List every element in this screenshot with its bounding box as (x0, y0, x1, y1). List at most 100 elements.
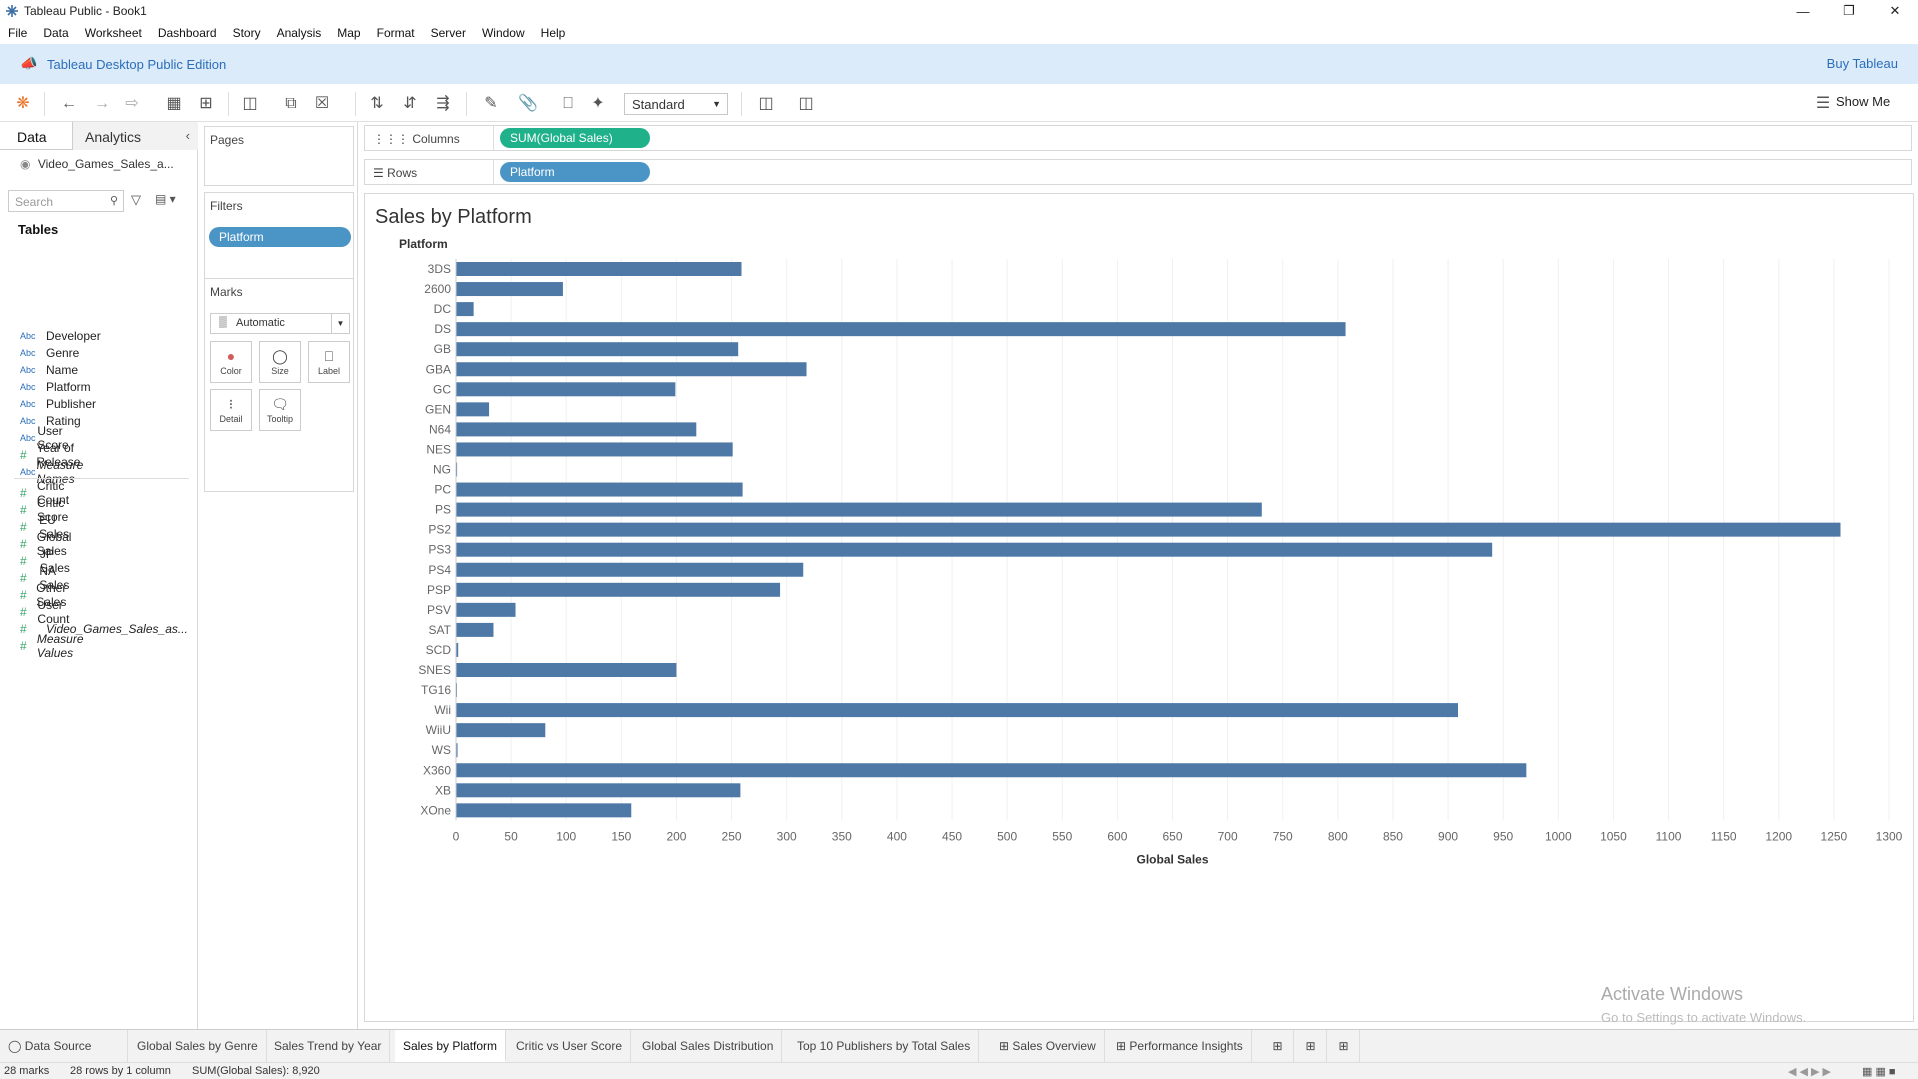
close-button[interactable]: ✕ (1872, 0, 1918, 22)
maximize-button[interactable]: ❐ (1826, 0, 1872, 22)
tab-data[interactable]: Data (17, 129, 47, 145)
menu-analysis[interactable]: Analysis (277, 26, 322, 40)
swap-icon[interactable]: ⇅ (367, 94, 387, 114)
bar-x360[interactable] (456, 763, 1527, 778)
bar-ps2[interactable] (456, 522, 1841, 537)
bar-xb[interactable] (456, 783, 741, 798)
save-icon[interactable]: ▦ (164, 94, 184, 114)
field-item[interactable]: # User Count (20, 598, 78, 626)
tab-sales-trend-by-year[interactable]: Sales Trend by Year (266, 1030, 391, 1062)
redo-icon[interactable]: → (92, 94, 112, 114)
tab-critic-vs-user-score[interactable]: Critic vs User Score (508, 1030, 632, 1062)
datasource-item[interactable]: ◉ Video_Games_Sales_a... (20, 157, 174, 171)
sort-ascending-icon[interactable]: ⇵ (400, 94, 420, 114)
columns-pill[interactable]: SUM(Global Sales) (500, 128, 650, 148)
bar-wiiu[interactable] (456, 723, 546, 738)
viz-canvas[interactable]: Sales by Platform 0 50 100 150 200 250 300 350 4… (364, 193, 1914, 1025)
bar-ps3[interactable] (456, 542, 1493, 557)
bar-gb[interactable] (456, 342, 739, 357)
bar-gba[interactable] (456, 362, 807, 377)
collapse-pane-icon[interactable]: ‹ (186, 128, 190, 143)
columns-shelf[interactable]: ⋮⋮⋮ Columns SUM(Global Sales) (364, 125, 1912, 151)
menu-data[interactable]: Data (43, 26, 68, 40)
tab-data-source[interactable]: ◯ Data Source (0, 1030, 128, 1062)
field-item[interactable]: Abc Developer (20, 327, 101, 345)
new-datasource-icon[interactable]: ⊞ (196, 94, 216, 114)
menu-dashboard[interactable]: Dashboard (158, 26, 217, 40)
menu-window[interactable]: Window (482, 26, 525, 40)
field-item[interactable]: # Measure Values (20, 632, 93, 660)
bar-xone[interactable] (456, 803, 632, 818)
show-me-button[interactable]: Show Me (1836, 94, 1890, 109)
bar-ps[interactable] (456, 502, 1262, 517)
bar-ps4[interactable] (456, 562, 804, 577)
menu-worksheet[interactable]: Worksheet (85, 26, 142, 40)
tab-sales-overview[interactable]: ⊞ Sales Overview (991, 1030, 1105, 1062)
field-item[interactable]: Abc Genre (20, 344, 79, 362)
new-story-tab-button[interactable]: ⊞ (1328, 1030, 1360, 1062)
menu-story[interactable]: Story (233, 26, 261, 40)
group-icon[interactable]: 📎 (518, 94, 538, 114)
replay-icon[interactable]: ⇨ (122, 94, 142, 114)
minimize-button[interactable]: — (1780, 0, 1826, 22)
grid-view-icon[interactable]: ▦ ▦ ■ (1862, 1065, 1896, 1078)
show-cards-icon[interactable]: ◫ (756, 94, 776, 114)
show-me-icon[interactable]: ☰ (1813, 94, 1833, 114)
filter-pill-platform[interactable]: Platform (209, 227, 351, 247)
tab-analytics[interactable]: Analytics (72, 122, 198, 150)
bar-n64[interactable] (456, 422, 697, 437)
label-icon[interactable]: ⎕ (558, 94, 578, 114)
tab-global-sales-by-genre[interactable]: Global Sales by Genre (129, 1030, 267, 1062)
view-options-icon[interactable]: ▤ ▾ (155, 192, 176, 206)
bar-pc[interactable] (456, 482, 743, 497)
rows-shelf[interactable]: ☰ Rows Platform (364, 159, 1912, 185)
bar-psv[interactable] (456, 602, 516, 617)
menu-help[interactable]: Help (541, 26, 566, 40)
tab-performance-insights[interactable]: ⊞ Performance Insights (1108, 1030, 1252, 1062)
search-input[interactable]: Search ⚲ (8, 190, 124, 212)
clear-sheet-icon[interactable]: ☒ (312, 94, 332, 114)
nav-arrows-icon[interactable]: ◀ ◀ ▶ ▶ (1788, 1065, 1831, 1078)
duplicate-icon[interactable]: ⧉ (281, 94, 301, 114)
menu-file[interactable]: File (8, 26, 27, 40)
tab-sales-by-platform[interactable]: Sales by Platform (395, 1030, 507, 1062)
tab-global-sales-distribution[interactable]: Global Sales Distribution (634, 1030, 783, 1062)
rows-pill[interactable]: Platform (500, 162, 650, 182)
bar-gc[interactable] (456, 382, 676, 397)
field-item[interactable]: Abc Name (20, 361, 78, 379)
buy-tableau-link[interactable]: Buy Tableau (1827, 56, 1898, 71)
mark-type-select[interactable]: ▒ Automatic ▼ (210, 313, 350, 334)
pages-card[interactable]: Pages (204, 126, 354, 186)
bar-sat[interactable] (456, 622, 494, 637)
new-worksheet-icon[interactable]: ◫ (240, 94, 260, 114)
menu-format[interactable]: Format (377, 26, 415, 40)
new-dashboard-tab-button[interactable]: ⊞ (1295, 1030, 1327, 1062)
fit-select[interactable]: Standard ▼ (624, 93, 728, 115)
new-worksheet-tab-button[interactable]: ⊞ (1262, 1030, 1294, 1062)
tooltip-button[interactable]: 🗨 Tooltip (259, 389, 301, 431)
bar-3ds[interactable] (456, 262, 742, 276)
size-button[interactable]: ◯ Size (259, 341, 301, 383)
bar-wii[interactable] (456, 703, 1458, 718)
undo-icon[interactable]: ← (59, 94, 79, 114)
bar-snes[interactable] (456, 663, 677, 677)
menu-server[interactable]: Server (431, 26, 466, 40)
field-item[interactable]: Abc Platform (20, 378, 91, 396)
bar-ds[interactable] (456, 322, 1346, 337)
detail-button[interactable]: ⁝ Detail (210, 389, 252, 431)
pin-icon[interactable]: ✦ (588, 94, 608, 114)
highlight-icon[interactable]: ✎ (481, 94, 501, 114)
presentation-icon[interactable]: ◫ (796, 94, 816, 114)
bar-gen[interactable] (456, 402, 490, 417)
label-button[interactable]: ⎕ Label (308, 341, 350, 383)
sort-descending-icon[interactable]: ⇶ (433, 94, 453, 114)
bar-psp[interactable] (456, 582, 781, 597)
bar-dc[interactable] (456, 302, 474, 317)
filter-fields-icon[interactable]: ▽ (131, 192, 141, 208)
color-button[interactable]: ● Color (210, 341, 252, 383)
bar-nes[interactable] (456, 442, 733, 457)
menu-map[interactable]: Map (337, 26, 360, 40)
tableau-home-icon[interactable]: ❋ (13, 94, 33, 114)
tab-top-10-publishers[interactable]: Top 10 Publishers by Total Sales (789, 1030, 980, 1062)
field-item[interactable]: Abc Publisher (20, 395, 96, 413)
